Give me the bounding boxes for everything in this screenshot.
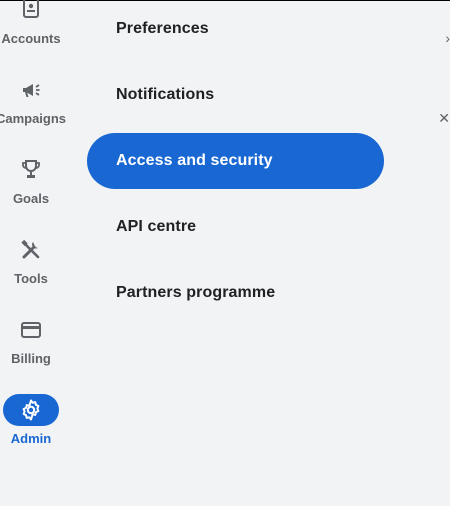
menu-item-label: Notifications bbox=[116, 86, 215, 103]
rail-label-campaigns: Campaigns bbox=[0, 111, 67, 126]
menu-item-access-and-security[interactable]: Access and security bbox=[87, 133, 384, 189]
rail-item-goals[interactable]: Goals bbox=[0, 154, 62, 214]
megaphone-icon bbox=[3, 74, 59, 106]
rail-label-accounts: Accounts bbox=[1, 31, 61, 46]
navigation-rail: Accounts Campaigns Goals Tools Billing A… bbox=[0, 0, 66, 506]
edge-chevron-icon: › bbox=[445, 30, 450, 46]
accounts-icon bbox=[3, 0, 59, 24]
tools-icon bbox=[3, 234, 59, 266]
menu-item-label: Access and security bbox=[116, 152, 273, 169]
rail-item-campaigns[interactable]: Campaigns bbox=[0, 74, 66, 134]
rail-label-goals: Goals bbox=[12, 191, 50, 206]
menu-item-label: Preferences bbox=[116, 20, 209, 37]
credit-card-icon bbox=[3, 314, 59, 346]
menu-item-preferences[interactable]: Preferences bbox=[87, 1, 384, 57]
rail-label-admin: Admin bbox=[10, 431, 52, 446]
edge-close-icon[interactable]: ✕ bbox=[438, 110, 450, 127]
rail-label-tools: Tools bbox=[14, 271, 48, 286]
rail-item-admin[interactable]: Admin bbox=[0, 394, 62, 454]
rail-item-billing[interactable]: Billing bbox=[0, 314, 62, 374]
menu-item-api-centre[interactable]: API centre bbox=[87, 199, 384, 255]
trophy-icon bbox=[3, 154, 59, 186]
rail-item-tools[interactable]: Tools bbox=[0, 234, 62, 294]
rail-label-billing: Billing bbox=[11, 351, 51, 366]
gear-icon bbox=[3, 394, 59, 426]
menu-item-label: Partners programme bbox=[116, 284, 276, 301]
menu-item-notifications[interactable]: Notifications bbox=[87, 67, 384, 123]
menu-item-label: API centre bbox=[116, 218, 197, 235]
rail-item-accounts[interactable]: Accounts bbox=[0, 0, 62, 60]
menu-item-partners-programme[interactable]: Partners programme bbox=[87, 265, 384, 321]
